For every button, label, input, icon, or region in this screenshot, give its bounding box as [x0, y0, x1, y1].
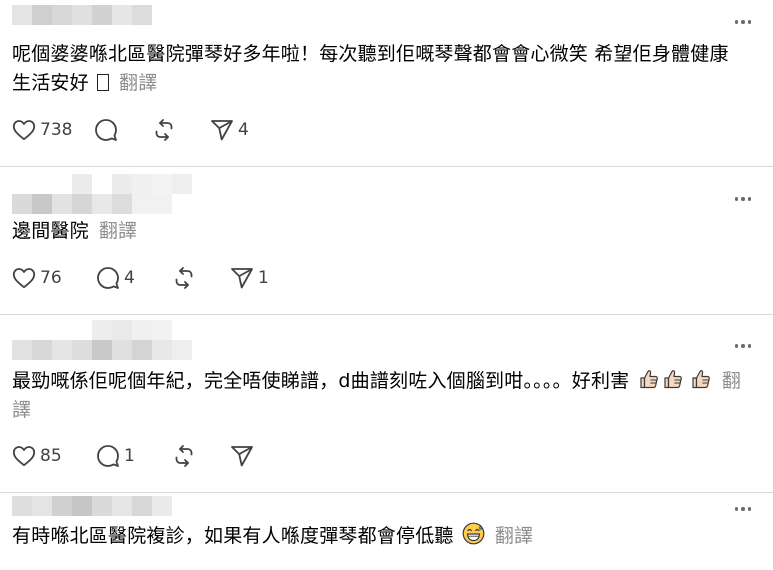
- reply-button[interactable]: 4: [96, 265, 172, 291]
- more-dot-icon: [741, 20, 745, 24]
- comment-body: 最勁嘅係佢呢個年紀，完全唔使睇譜，d曲譜刻咗入個腦到咁。。。。好利害: [12, 370, 630, 392]
- unrendered-glyph-box: [97, 74, 110, 91]
- reply-count: 4: [124, 268, 135, 288]
- more-dot-icon: [747, 20, 752, 24]
- action-bar: 85 1: [12, 443, 280, 469]
- translate-link[interactable]: 翻譯: [99, 220, 137, 242]
- paper-plane-icon: [231, 446, 253, 467]
- more-dot-icon: [734, 507, 739, 511]
- username-blurred[interactable]: [12, 174, 192, 214]
- thumbs-up-emoji: [692, 370, 710, 389]
- comment-bubble-icon: [97, 267, 119, 289]
- share-button[interactable]: 4: [210, 117, 260, 143]
- repost-arrows-icon: [175, 267, 193, 289]
- repost-button[interactable]: [172, 265, 230, 291]
- repost-arrows-icon: [155, 119, 173, 141]
- share-button[interactable]: [230, 443, 280, 469]
- comment-4: 有時喺北區醫院複診，如果有人喺度彈琴都會停低聽 翻譯: [0, 493, 773, 570]
- share-button[interactable]: 1: [230, 265, 280, 291]
- more-dot-icon: [741, 197, 745, 201]
- reply-button[interactable]: [94, 117, 152, 143]
- like-count: 76: [40, 268, 62, 288]
- comment-body: 邊間醫院: [12, 220, 89, 242]
- comment-text: 呢個婆婆喺北區醫院彈琴好多年啦！每次聽到佢嘅琴聲都會會心微笑 希望佢身體健康生活…: [12, 40, 745, 98]
- like-button[interactable]: 85: [12, 443, 96, 469]
- like-count: 85: [40, 446, 62, 466]
- share-count: 4: [238, 120, 249, 140]
- comment-body: 有時喺北區醫院複診，如果有人喺度彈琴都會停低聽: [12, 525, 454, 547]
- repost-button[interactable]: [172, 443, 230, 469]
- heart-icon: [12, 268, 36, 289]
- username-blurred[interactable]: [12, 496, 172, 516]
- more-dot-icon: [741, 344, 745, 348]
- comment-bubble-icon: [97, 445, 119, 467]
- more-dot-icon: [734, 197, 739, 201]
- comment-text: 最勁嘅係佢呢個年紀，完全唔使睇譜，d曲譜刻咗入個腦到咁。。。。好利害 翻譯: [12, 367, 745, 425]
- more-dot-icon: [734, 344, 739, 348]
- more-dot-icon: [734, 20, 739, 24]
- comment-bubble-icon: [95, 119, 117, 141]
- heart-icon: [12, 120, 36, 141]
- thumbs-up-emoji: [640, 370, 658, 389]
- more-dot-icon: [747, 507, 752, 511]
- grinning-sweat-emoji: [462, 522, 485, 545]
- username-blurred[interactable]: [12, 320, 192, 360]
- like-count: 738: [40, 120, 73, 140]
- more-dot-icon: [747, 344, 752, 348]
- comment-3: 最勁嘅係佢呢個年紀，完全唔使睇譜，d曲譜刻咗入個腦到咁。。。。好利害 翻譯 85…: [0, 315, 773, 491]
- repost-button[interactable]: [152, 117, 210, 143]
- action-bar: 738 4: [12, 117, 260, 143]
- reply-button[interactable]: 1: [96, 443, 172, 469]
- more-dot-icon: [741, 507, 745, 511]
- paper-plane-icon: [231, 268, 253, 289]
- thumbs-up-emoji: [664, 370, 682, 389]
- more-options-button[interactable]: [731, 191, 755, 207]
- comment-2: 邊間醫院 翻譯 76 4 1: [0, 167, 773, 313]
- translate-link[interactable]: 翻譯: [495, 525, 533, 547]
- reply-count: 1: [124, 446, 135, 466]
- translate-link[interactable]: 翻譯: [119, 72, 157, 94]
- username-blurred[interactable]: [12, 5, 152, 25]
- comment-text: 有時喺北區醫院複診，如果有人喺度彈琴都會停低聽 翻譯: [12, 522, 745, 551]
- like-button[interactable]: 738: [12, 117, 94, 143]
- more-options-button[interactable]: [731, 501, 755, 517]
- comment-1: 呢個婆婆喺北區醫院彈琴好多年啦！每次聽到佢嘅琴聲都會會心微笑 希望佢身體健康生活…: [0, 0, 773, 166]
- action-bar: 76 4 1: [12, 265, 280, 291]
- like-button[interactable]: 76: [12, 265, 96, 291]
- repost-arrows-icon: [175, 445, 193, 467]
- more-options-button[interactable]: [731, 338, 755, 354]
- comment-text: 邊間醫院 翻譯: [12, 217, 745, 246]
- share-count: 1: [258, 268, 269, 288]
- more-options-button[interactable]: [731, 14, 755, 30]
- heart-icon: [12, 446, 36, 467]
- paper-plane-icon: [211, 120, 233, 141]
- more-dot-icon: [747, 197, 752, 201]
